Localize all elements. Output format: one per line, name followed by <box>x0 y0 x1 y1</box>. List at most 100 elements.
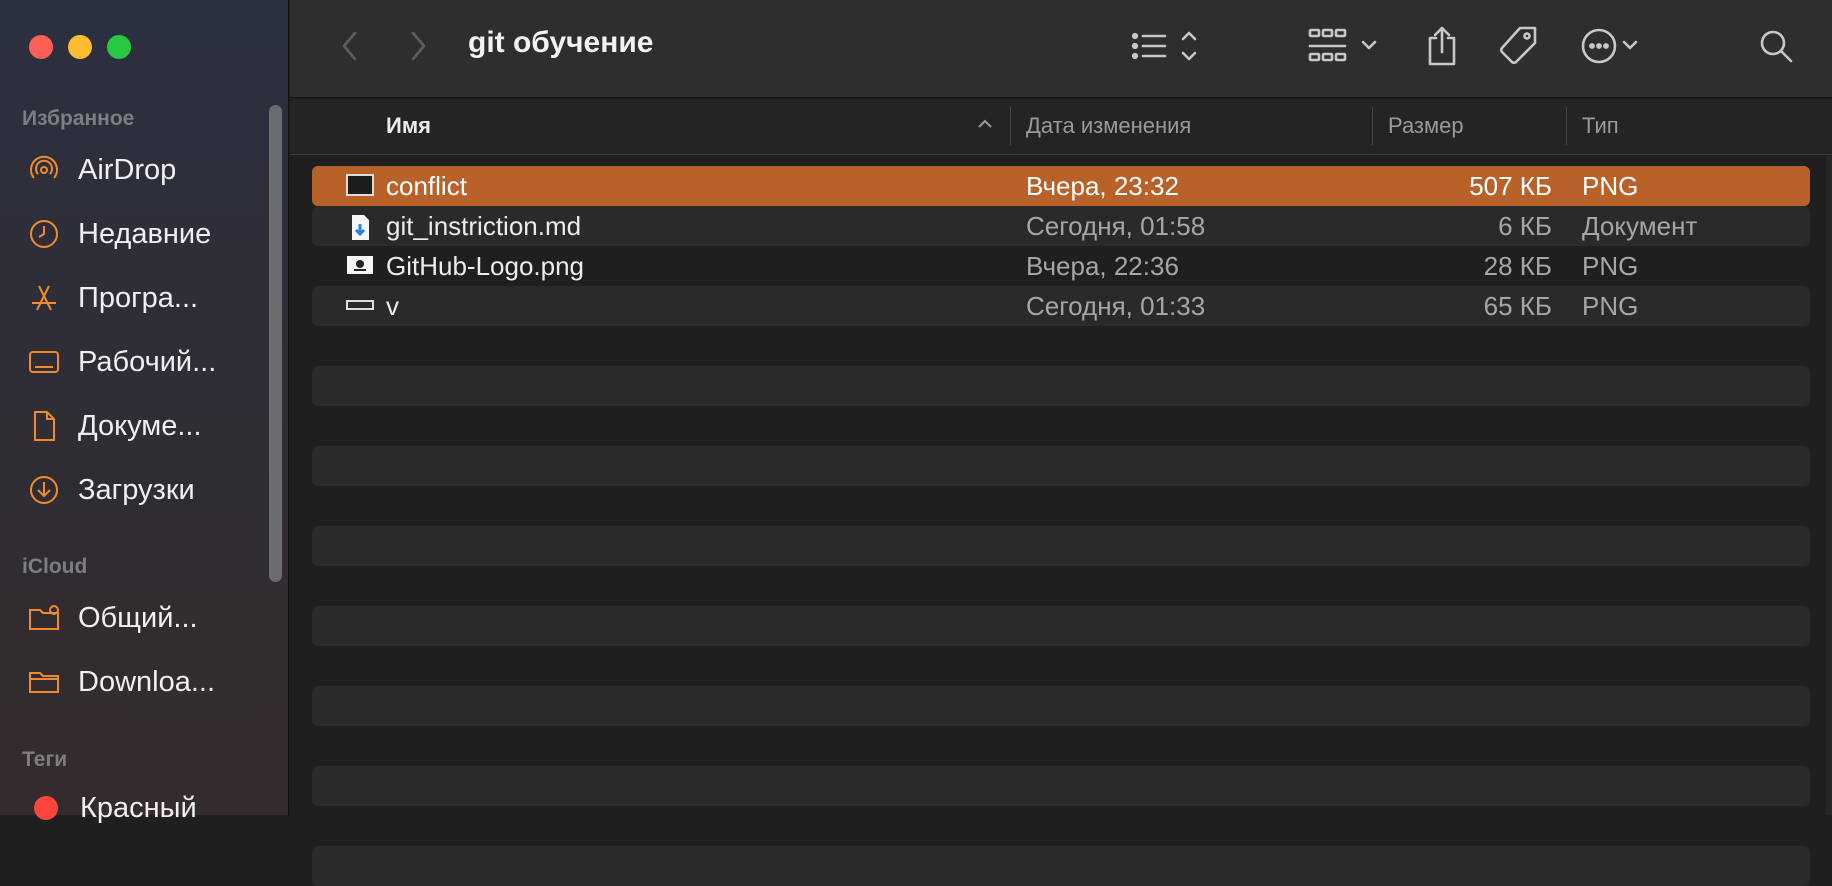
group-button[interactable] <box>1308 26 1388 66</box>
empty-row <box>312 446 1810 486</box>
file-name: git_instriction.md <box>386 210 582 241</box>
sidebar-item-shared[interactable]: Общий... <box>26 596 198 640</box>
empty-row <box>312 846 1810 886</box>
empty-row <box>312 726 1810 766</box>
file-name: conflict <box>386 170 467 201</box>
sidebar-item-recents[interactable]: Недавние <box>26 212 211 256</box>
column-divider[interactable] <box>1372 107 1373 145</box>
share-button[interactable] <box>1422 24 1462 68</box>
grid-icon <box>1308 28 1377 62</box>
applications-icon <box>26 280 62 316</box>
sidebar-item-tag-red[interactable]: Красный <box>26 786 197 830</box>
file-date: Сегодня, 01:58 <box>1026 210 1206 241</box>
chevron-right-icon <box>411 31 426 61</box>
image-file-icon <box>347 256 373 274</box>
empty-row <box>312 686 1810 726</box>
share-icon <box>1428 26 1456 66</box>
close-window-button[interactable] <box>29 35 53 59</box>
sidebar-scrollbar[interactable] <box>269 105 282 582</box>
sidebar-item-documents[interactable]: Докуме... <box>26 404 202 448</box>
search-icon <box>1760 30 1793 63</box>
tags-header: Теги <box>22 748 68 771</box>
file-type: PNG <box>1582 290 1639 321</box>
file-size: 28 КБ <box>1483 250 1552 281</box>
file-row-conflict[interactable]: conflict Вчера, 23:32 507 КБ PNG <box>312 166 1810 206</box>
search-button[interactable] <box>1756 26 1796 66</box>
column-header-size[interactable]: Размер <box>1388 113 1464 139</box>
sidebar: Избранное AirDrop Недавние Програ... Раб… <box>0 0 289 824</box>
sidebar-item-label: Програ... <box>78 281 199 314</box>
file-row-v[interactable]: v Сегодня, 01:33 65 КБ PNG <box>312 286 1810 326</box>
favorites-header: Избранное <box>22 107 135 130</box>
view-options-button[interactable] <box>1130 26 1210 66</box>
sidebar-item-desktop[interactable]: Рабочий... <box>26 340 216 384</box>
column-headers: Имя Дата изменения Размер Тип <box>290 99 1832 155</box>
column-header-name[interactable]: Имя <box>386 113 431 139</box>
minimize-window-button[interactable] <box>68 35 92 59</box>
file-type: Документ <box>1582 210 1698 241</box>
sort-ascending-icon[interactable] <box>976 113 994 139</box>
column-divider[interactable] <box>1566 107 1567 145</box>
image-file-icon <box>346 300 374 310</box>
empty-row <box>312 486 1810 526</box>
file-size: 65 КБ <box>1483 290 1552 321</box>
column-divider[interactable] <box>1010 107 1011 145</box>
sidebar-item-label: Красный <box>80 791 197 824</box>
sidebar-item-label: Докуме... <box>78 409 202 442</box>
main-scrollbar-track[interactable] <box>1826 156 1832 815</box>
empty-row <box>312 406 1810 446</box>
folder-icon <box>26 664 62 700</box>
shared-folder-icon <box>26 600 62 636</box>
file-date: Вчера, 23:32 <box>1026 170 1179 201</box>
document-icon <box>26 408 62 444</box>
empty-row <box>312 806 1810 846</box>
file-row-git-instriction[interactable]: git_instriction.md Сегодня, 01:58 6 КБ Д… <box>312 206 1810 246</box>
file-size: 6 КБ <box>1498 210 1552 241</box>
ellipsis-circle-icon <box>1581 28 1638 64</box>
empty-row <box>312 326 1810 366</box>
file-date: Вчера, 22:36 <box>1026 250 1179 281</box>
zoom-window-button[interactable] <box>107 35 131 59</box>
empty-row <box>312 366 1810 406</box>
empty-row <box>312 766 1810 806</box>
empty-row <box>312 526 1810 566</box>
sidebar-item-applications[interactable]: Програ... <box>26 276 198 320</box>
list-view-icon <box>1131 31 1197 61</box>
window-controls <box>29 35 131 59</box>
empty-row <box>312 646 1810 686</box>
tags-button[interactable] <box>1496 24 1540 68</box>
forward-button[interactable] <box>403 28 433 64</box>
empty-row <box>312 566 1810 606</box>
file-name: v <box>386 290 399 321</box>
file-date: Сегодня, 01:33 <box>1026 290 1206 321</box>
sidebar-item-icloud-downloads[interactable]: Downloa... <box>26 660 215 704</box>
back-button[interactable] <box>335 28 365 64</box>
desktop-icon <box>26 344 62 380</box>
sidebar-item-label: AirDrop <box>78 153 177 186</box>
file-size: 507 КБ <box>1469 170 1552 201</box>
file-row-github-logo[interactable]: GitHub-Logo.png Вчера, 22:36 28 КБ PNG <box>312 246 1810 286</box>
file-type: PNG <box>1582 170 1639 201</box>
sidebar-item-downloads[interactable]: Загрузки <box>26 468 195 512</box>
sidebar-item-airdrop[interactable]: AirDrop <box>26 148 176 192</box>
more-actions-button[interactable] <box>1580 26 1650 66</box>
airdrop-icon <box>26 152 62 188</box>
red-tag-dot-icon <box>34 796 58 820</box>
window-title: git обучение <box>468 26 654 59</box>
image-file-icon <box>346 174 374 196</box>
icloud-header: iCloud <box>22 555 88 578</box>
clock-icon <box>26 216 62 252</box>
sidebar-item-label: Недавние <box>78 217 212 250</box>
markdown-file-icon <box>352 215 369 240</box>
toolbar: git обучение <box>290 0 1832 98</box>
column-header-date[interactable]: Дата изменения <box>1026 113 1191 139</box>
sidebar-item-label: Рабочий... <box>78 345 217 378</box>
tag-icon <box>1499 26 1537 65</box>
file-name: GitHub-Logo.png <box>386 250 585 281</box>
download-icon <box>26 472 62 508</box>
file-list: conflict Вчера, 23:32 507 КБ PNG git_ins… <box>312 166 1810 886</box>
empty-row <box>312 606 1810 646</box>
file-type: PNG <box>1582 250 1639 281</box>
sidebar-item-label: Загрузки <box>78 473 195 506</box>
column-header-type[interactable]: Тип <box>1582 113 1619 139</box>
